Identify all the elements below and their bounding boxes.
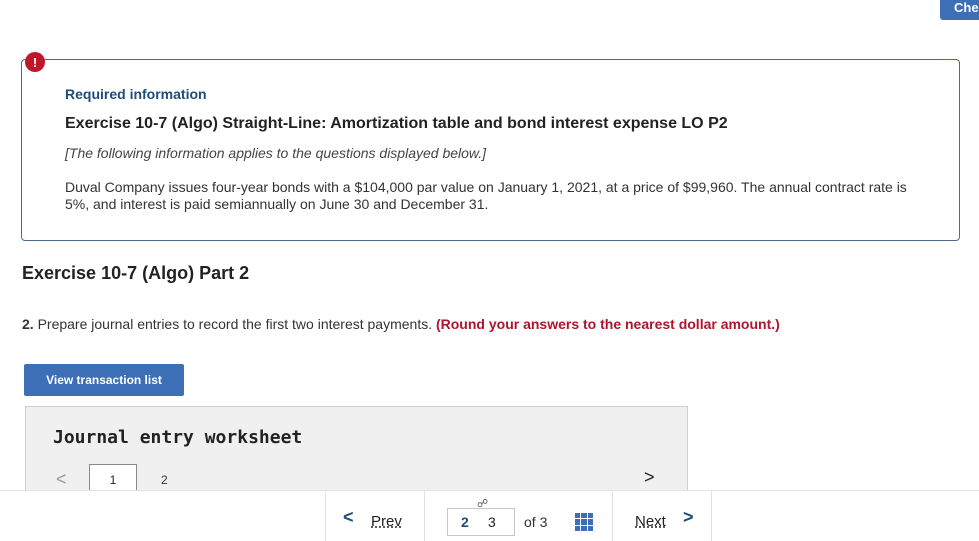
required-info-label: Required information — [65, 86, 207, 102]
worksheet-page-2-tab[interactable]: 2 — [161, 473, 168, 487]
next-button[interactable]: Next > — [612, 491, 712, 541]
worksheet-prev-arrow-icon[interactable]: < — [56, 469, 67, 490]
worksheet-next-arrow-icon[interactable]: > — [644, 467, 655, 488]
page-total: of 3 — [524, 514, 548, 530]
alert-icon: ! — [25, 52, 45, 72]
prev-button[interactable]: < Prev — [325, 491, 425, 541]
question-body: Prepare journal entries to record the fi… — [37, 316, 433, 332]
current-page[interactable]: 2 — [461, 514, 469, 530]
grid-icon[interactable] — [575, 513, 593, 531]
applies-note: [The following information applies to th… — [65, 145, 487, 161]
question-text: 2. Prepare journal entries to record the… — [22, 316, 780, 332]
exercise-title: Exercise 10-7 (Algo) Straight-Line: Amor… — [65, 115, 728, 132]
exercise-description: Duval Company issues four-year bonds wit… — [65, 179, 907, 212]
required-info-box: Required information Exercise 10-7 (Algo… — [21, 59, 960, 241]
pagination-footer: < Prev ☍ 2 3 of 3 Next > — [0, 490, 979, 541]
rounding-note: (Round your answers to the nearest dolla… — [435, 316, 780, 332]
chevron-left-icon: < — [343, 507, 354, 527]
part-title: Exercise 10-7 (Algo) Part 2 — [22, 263, 250, 283]
next-label: Next — [635, 513, 666, 530]
page-selector[interactable]: 2 3 — [447, 508, 515, 536]
page-3-link[interactable]: 3 — [488, 514, 496, 530]
worksheet-title: Journal entry worksheet — [53, 427, 303, 448]
question-number: 2. — [22, 316, 34, 332]
chevron-right-icon: > — [683, 507, 694, 527]
check-button[interactable]: Che — [940, 0, 979, 20]
prev-label: Prev — [371, 513, 402, 530]
view-transaction-list-button[interactable]: View transaction list — [24, 364, 184, 396]
journal-entry-worksheet: Journal entry worksheet < 1 2 > — [25, 406, 688, 496]
